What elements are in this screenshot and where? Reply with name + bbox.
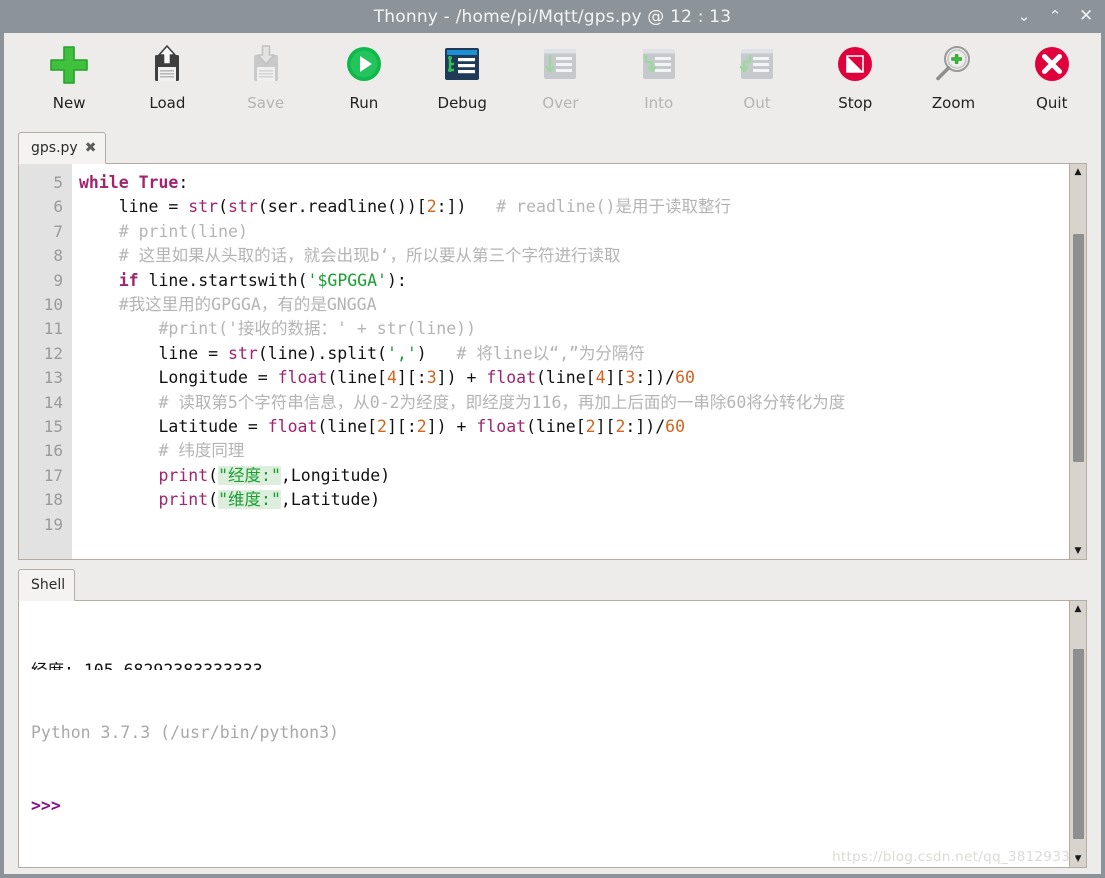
- title-bar[interactable]: Thonny - /home/pi/Mqtt/gps.py @ 12 : 13 …: [0, 0, 1105, 33]
- scroll-down-icon[interactable]: ▼: [1070, 851, 1086, 867]
- step-into-button[interactable]: Into: [610, 33, 708, 121]
- scroll-up-icon[interactable]: ▲: [1070, 601, 1086, 617]
- line-number: 12: [43, 343, 63, 363]
- shell-prompt-area[interactable]: Python 3.7.3 (/usr/bin/python3) >>>: [19, 670, 1069, 867]
- line-number: 15: [43, 417, 63, 437]
- plus-icon: [45, 41, 93, 89]
- scroll-up-icon[interactable]: ▲: [1070, 164, 1086, 180]
- line-number: 8: [53, 246, 63, 266]
- line-number: 11: [43, 319, 63, 339]
- shell-tab-label: Shell: [31, 577, 66, 593]
- debug-icon: [438, 41, 486, 89]
- line-number: 16: [43, 441, 63, 461]
- line-number: 9: [53, 270, 63, 290]
- save-button-label: Save: [247, 94, 285, 112]
- step-out-button[interactable]: Out: [708, 33, 806, 121]
- debug-button-label: Debug: [437, 94, 487, 112]
- code-editor-text[interactable]: while True: line = str(str(ser.readline(…: [72, 164, 1069, 559]
- line-number: 18: [43, 490, 63, 510]
- editor-tab-gps-py[interactable]: gps.py ✖: [18, 132, 107, 164]
- code-line: Latitude = float(line[2][:2]) + float(li…: [79, 416, 686, 436]
- main-toolbar: New Load Save Run Debug Over Into Out St…: [4, 33, 1101, 125]
- code-line: if line.startswith('$GPGGA'):: [118, 270, 407, 290]
- step-out-icon: [733, 41, 781, 89]
- scroll-down-icon[interactable]: ▼: [1070, 543, 1086, 559]
- code-line: line = str(line).split(',') # 将line以“,”为…: [79, 343, 645, 363]
- quit-button[interactable]: Quit: [1003, 33, 1101, 121]
- code-line: line = str(str(ser.readline())[2:]) # re…: [79, 197, 731, 217]
- line-number: 6: [53, 197, 63, 217]
- code-line: print("经度:",Longitude): [158, 465, 391, 485]
- close-icon[interactable]: ✕: [1079, 8, 1093, 25]
- debug-button[interactable]: Debug: [413, 33, 511, 121]
- code-line: # 读取第5个字符串信息，从0-2为经度，即经度为116，再加上后面的一串除60…: [158, 392, 846, 412]
- step-over-button-label: Over: [542, 94, 579, 112]
- shell-tab[interactable]: Shell: [18, 569, 76, 601]
- play-icon: [340, 41, 388, 89]
- run-button[interactable]: Run: [315, 33, 413, 121]
- editor-notebook: gps.py ✖ 5 6 7 8 9 10 11 12 13 14 15 16 …: [18, 131, 1087, 560]
- code-line: # 纬度同理: [158, 441, 245, 461]
- shell-prompt[interactable]: >>>: [31, 794, 1069, 818]
- zoom-button-label: Zoom: [931, 94, 976, 112]
- load-button-label: Load: [149, 94, 186, 112]
- floppy-save-icon: [242, 41, 290, 89]
- line-number: 14: [43, 392, 63, 412]
- step-out-button-label: Out: [743, 94, 771, 112]
- code-line: # print(line): [118, 221, 248, 241]
- shell-notebook: Shell 经度: 105.68292383333333 维度: 37.4785…: [18, 568, 1087, 868]
- magnifier-plus-icon: [930, 41, 978, 89]
- editor-tabstrip: gps.py ✖: [18, 131, 1087, 164]
- editor-scrollbar-thumb[interactable]: [1073, 234, 1084, 462]
- quit-icon: [1028, 41, 1076, 89]
- code-line: #我这里用的GPGGA，有的是GNGGA: [118, 294, 377, 314]
- new-button-label: New: [52, 94, 86, 112]
- code-line: # 这里如果从头取的话，就会出现b‘，所以要从第三个字符进行读取: [118, 246, 621, 266]
- shell-pane: 经度: 105.68292383333333 维度: 37.4785166666…: [18, 601, 1087, 868]
- line-number: 7: [53, 221, 63, 241]
- stop-button[interactable]: Stop: [806, 33, 904, 121]
- step-over-button[interactable]: Over: [511, 33, 609, 121]
- load-button[interactable]: Load: [118, 33, 216, 121]
- shell-scrollbar-thumb[interactable]: [1073, 649, 1084, 839]
- run-button-label: Run: [349, 94, 379, 112]
- line-number: 13: [43, 368, 63, 388]
- editor-tab-label: gps.py: [31, 140, 78, 156]
- line-number: 17: [43, 465, 63, 485]
- stop-icon: [831, 41, 879, 89]
- editor-pane: 5 6 7 8 9 10 11 12 13 14 15 16 17 18 19 …: [18, 164, 1087, 560]
- step-over-icon: [536, 41, 584, 89]
- window-controls: ⌄ ⌃ ✕: [1017, 0, 1094, 33]
- shell-vertical-scrollbar[interactable]: ▲ ▼: [1069, 601, 1086, 867]
- window-title: Thonny - /home/pi/Mqtt/gps.py @ 12 : 13: [373, 6, 732, 27]
- line-number-gutter: 5 6 7 8 9 10 11 12 13 14 15 16 17 18 19: [19, 164, 72, 559]
- code-line: while True:: [79, 173, 189, 192]
- stop-button-label: Stop: [838, 94, 873, 112]
- step-into-icon: [635, 41, 683, 89]
- editor-vertical-scrollbar[interactable]: ▲ ▼: [1069, 164, 1086, 559]
- code-line: #print('接收的数据：' + str(line)): [158, 319, 477, 339]
- code-line: Longitude = float(line[4][:3]) + float(l…: [79, 368, 695, 388]
- shell-output[interactable]: 经度: 105.68292383333333 维度: 37.4785166666…: [19, 601, 1069, 670]
- line-number: 5: [53, 173, 63, 192]
- step-into-button-label: Into: [644, 94, 674, 112]
- line-number: 19: [43, 514, 63, 534]
- thonny-window: Thonny - /home/pi/Mqtt/gps.py @ 12 : 13 …: [0, 0, 1105, 878]
- floppy-open-icon: [143, 41, 191, 89]
- maximize-icon[interactable]: ⌃: [1048, 9, 1062, 24]
- new-button[interactable]: New: [20, 33, 118, 121]
- shell-tabstrip: Shell: [18, 568, 1087, 601]
- save-button[interactable]: Save: [217, 33, 315, 121]
- minimize-icon[interactable]: ⌄: [1017, 9, 1031, 24]
- code-line: print("维度:",Latitude): [158, 490, 381, 510]
- shell-system-message: Python 3.7.3 (/usr/bin/python3): [31, 722, 339, 742]
- line-number: 10: [43, 295, 63, 315]
- shell-output-line: 经度: 105.68292383333333: [31, 659, 1069, 670]
- editor-tab-close-icon[interactable]: ✖: [85, 141, 97, 155]
- quit-button-label: Quit: [1036, 94, 1068, 112]
- zoom-button[interactable]: Zoom: [904, 33, 1002, 121]
